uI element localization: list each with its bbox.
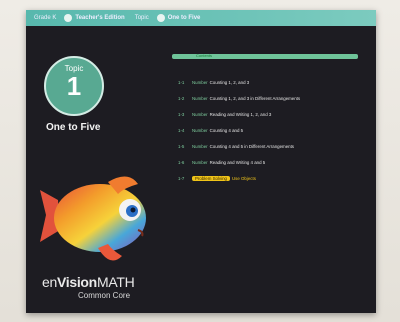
lesson-list: 1-1 Number Counting 1, 2, and 3 1-2 Number Co… — [178, 74, 374, 186]
brand-subtitle: Common Core — [78, 291, 131, 300]
lesson-link[interactable]: 1-7 Problem Solving Use Objects — [178, 170, 374, 186]
rainbow-fish-icon — [40, 176, 146, 261]
lesson-title: Reading and Writing 4 and 5 — [209, 159, 266, 165]
lesson-kind: Number — [192, 79, 208, 85]
contents-header-bar: Contents — [172, 53, 358, 59]
lesson-number: 1-6 — [178, 159, 185, 165]
lesson-number: 1-1 — [178, 79, 185, 85]
lesson-kind: Problem Solving — [192, 175, 230, 181]
lesson-link[interactable]: 1-4 Number Counting 4 and 5 — [178, 122, 374, 138]
lesson-title: Use Objects — [231, 175, 256, 181]
circle-badge-icon — [64, 14, 73, 22]
topic-name: One to Five — [167, 15, 201, 21]
lesson-link[interactable]: 1-6 Number Reading and Writing 4 and 5 — [178, 154, 374, 170]
lesson-kind: Number — [192, 143, 208, 149]
lesson-kind: Number — [192, 127, 208, 133]
topic-label: Topic — [134, 15, 149, 21]
lesson-title: Reading and Writing 1, 2, and 3 — [209, 111, 272, 117]
lesson-number: 1-3 — [178, 111, 185, 117]
lesson-title: Counting 1, 2, and 3 in Different Arrang… — [209, 95, 301, 101]
grade-label: Grade K — [34, 15, 57, 21]
lesson-number: 1-7 — [178, 175, 185, 181]
lesson-title: Counting 1, 2, and 3 — [209, 79, 250, 85]
book-page: Grade K Teacher's Edition Topic One to F… — [26, 10, 376, 313]
teachers-edition-label: Teacher's Edition — [75, 15, 125, 21]
topic-title: One to Five — [46, 122, 101, 133]
lesson-number: 1-4 — [178, 127, 185, 133]
lesson-number: 1-2 — [178, 95, 185, 101]
circle-badge-icon — [156, 14, 165, 22]
lesson-kind: Number — [192, 95, 208, 101]
lesson-number: 1-5 — [178, 143, 185, 149]
lesson-title: Counting 4 and 5 — [209, 127, 244, 133]
lesson-link[interactable]: 1-2 Number Counting 1, 2, and 3 in Differe… — [178, 90, 374, 106]
envision-math-logo: enVisionMATH Common Core — [42, 274, 182, 300]
header-bar: Grade K Teacher's Edition Topic One to F… — [26, 10, 376, 26]
lesson-link[interactable]: 1-3 Number Reading and Writing 1, 2, and 3 — [178, 106, 374, 122]
contents-label: Contents — [196, 53, 213, 58]
lesson-title: Counting 4 and 5 in Different Arrangemen… — [209, 143, 294, 149]
lesson-link[interactable]: 1-1 Number Counting 1, 2, and 3 — [178, 74, 374, 90]
badge-topic-number: 1 — [66, 71, 82, 101]
lesson-link[interactable]: 1-5 Number Counting 4 and 5 in Different A… — [178, 138, 374, 154]
brand-name: enVisionMATH — [42, 274, 135, 290]
lesson-kind: Number — [192, 111, 208, 117]
lesson-kind: Number — [192, 159, 208, 165]
topic-badge: Topic 1 — [44, 56, 104, 116]
